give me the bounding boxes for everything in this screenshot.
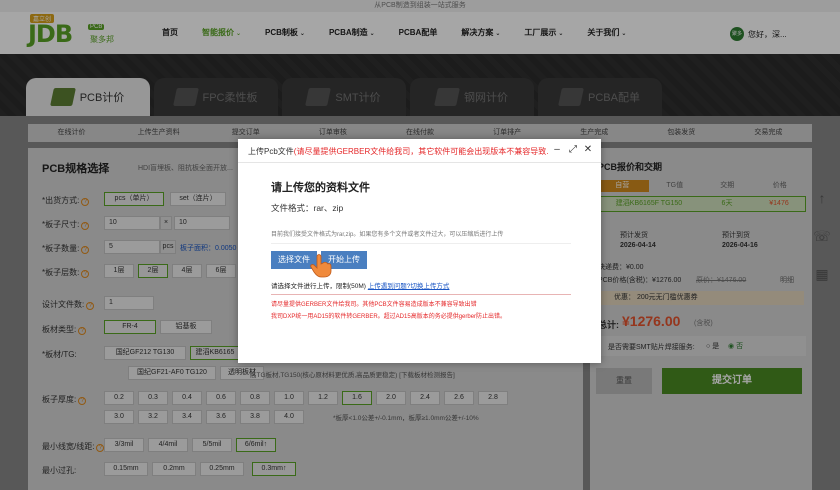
upload-pcb-dialog: 上传Pcb文件(请尽量提供GERBER文件给我司，其它软件可能会出现版本不兼容导… <box>238 139 601 363</box>
switch-upload-link[interactable]: 上传遇到问题?切换上传方式 <box>368 283 450 290</box>
dialog-title-text: 上传Pcb文件 <box>248 147 294 156</box>
upload-heading: 请上传您的资料文件 <box>271 182 370 194</box>
divider <box>271 294 571 295</box>
dialog-header: 上传Pcb文件(请尽量提供GERBER文件给我司，其它软件可能会出现版本不兼容导… <box>238 139 601 163</box>
upload-hint: 目前我们接受文件格式为rar,zip。如果您有多个文件或者文件过大，可以压缩后进… <box>271 232 504 238</box>
dialog-title: 上传Pcb文件(请尽量提供GERBER文件给我司，其它软件可能会出现版本不兼容导… <box>248 146 548 157</box>
minimize-icon[interactable]: – <box>551 144 563 156</box>
dxp-warning: 我司DXP统一用AD15的软件转GERBER。超过AD15高版本的务必提供ger… <box>271 314 507 320</box>
close-icon[interactable]: ✕ <box>582 144 594 156</box>
gerber-warning: 请尽量提供GERBER文件给我司。其他PCB文件容易造成版本不兼容导致出错 <box>271 302 477 308</box>
dialog-title-warning: (请尽量提供GERBER文件给我司，其它软件可能会出现版本不兼容导致... <box>293 147 548 156</box>
hand-cursor-icon <box>310 254 332 278</box>
divider <box>271 243 571 244</box>
note-text: 请选择文件进行上传，限制(50M) <box>271 283 366 290</box>
file-format-text: 文件格式：rar、zip <box>271 203 344 213</box>
upload-note: 请选择文件进行上传，限制(50M) 上传遇到问题?切换上传方式 <box>271 280 449 290</box>
maximize-icon[interactable]: ⤢ <box>567 144 579 156</box>
